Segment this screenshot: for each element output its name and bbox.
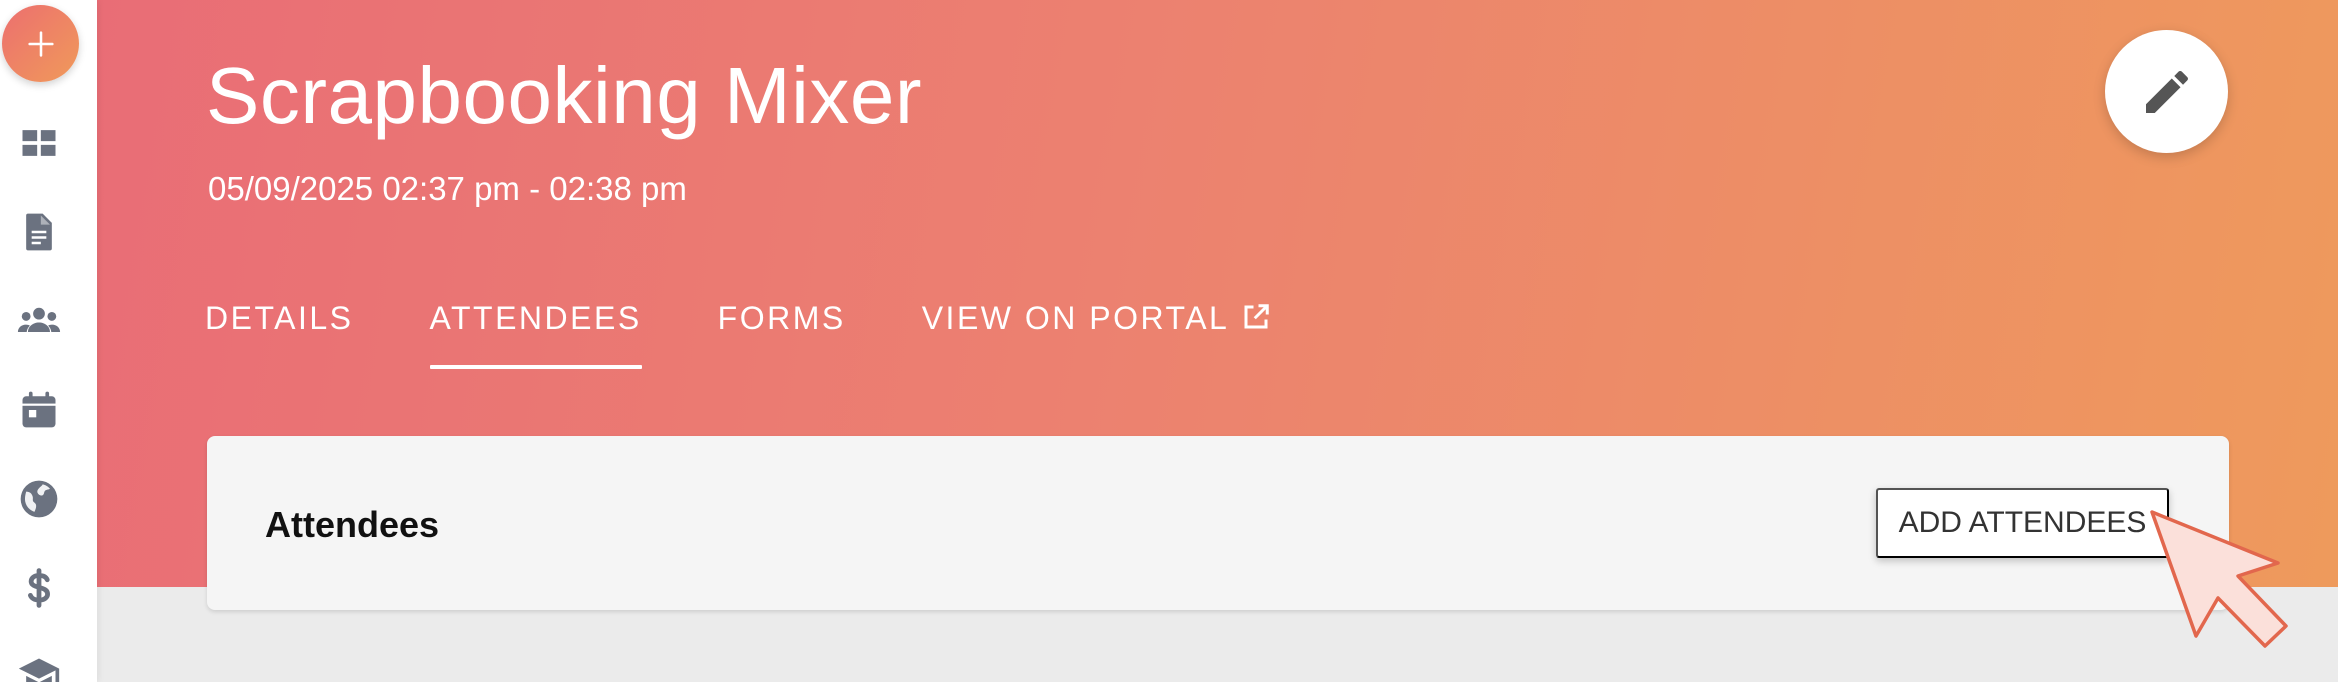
sidebar bbox=[0, 0, 97, 682]
people-icon bbox=[17, 307, 61, 332]
sidebar-item-people[interactable] bbox=[14, 296, 64, 346]
add-button[interactable] bbox=[2, 5, 79, 82]
tab-label: FORMS bbox=[717, 300, 846, 336]
tab-label: ATTENDEES bbox=[429, 300, 642, 336]
globe-icon bbox=[20, 480, 58, 518]
tab-forms[interactable]: FORMS bbox=[718, 300, 846, 370]
tab-view-on-portal[interactable]: VIEW ON PORTAL bbox=[922, 300, 1272, 370]
add-attendees-button[interactable]: ADD ATTENDEES bbox=[1876, 488, 2169, 558]
tab-bar: DETAILS ATTENDEES FORMS VIEW ON PORTAL bbox=[205, 300, 1347, 370]
sidebar-item-calendar[interactable] bbox=[14, 385, 64, 435]
attendees-card: Attendees ADD ATTENDEES bbox=[207, 436, 2229, 610]
calendar-icon bbox=[22, 391, 56, 428]
graduation-cap-icon bbox=[18, 658, 60, 682]
card-title: Attendees bbox=[265, 504, 440, 545]
sidebar-item-dashboard[interactable] bbox=[14, 118, 64, 168]
event-datetime: 05/09/2025 02:37 pm - 02:38 pm bbox=[208, 170, 687, 207]
dashboard-icon bbox=[22, 130, 56, 156]
sidebar-item-documents[interactable] bbox=[14, 207, 64, 257]
plus-icon bbox=[27, 30, 54, 57]
pencil-icon bbox=[2145, 70, 2188, 113]
external-link-icon bbox=[1244, 304, 1270, 329]
dollar-icon bbox=[28, 568, 51, 608]
edit-event-button[interactable] bbox=[2105, 30, 2228, 153]
sidebar-item-training[interactable] bbox=[14, 650, 64, 682]
tab-details[interactable]: DETAILS bbox=[205, 300, 354, 370]
tab-label: VIEW ON PORTAL bbox=[921, 300, 1230, 336]
mouse-pointer-icon bbox=[2150, 510, 2288, 648]
sidebar-item-finance[interactable] bbox=[14, 563, 64, 613]
tab-attendees[interactable]: ATTENDEES bbox=[429, 300, 642, 370]
document-icon bbox=[26, 213, 52, 251]
tab-label: DETAILS bbox=[205, 300, 354, 336]
page-title: Scrapbooking Mixer bbox=[206, 51, 922, 140]
sidebar-item-portal[interactable] bbox=[14, 474, 64, 524]
